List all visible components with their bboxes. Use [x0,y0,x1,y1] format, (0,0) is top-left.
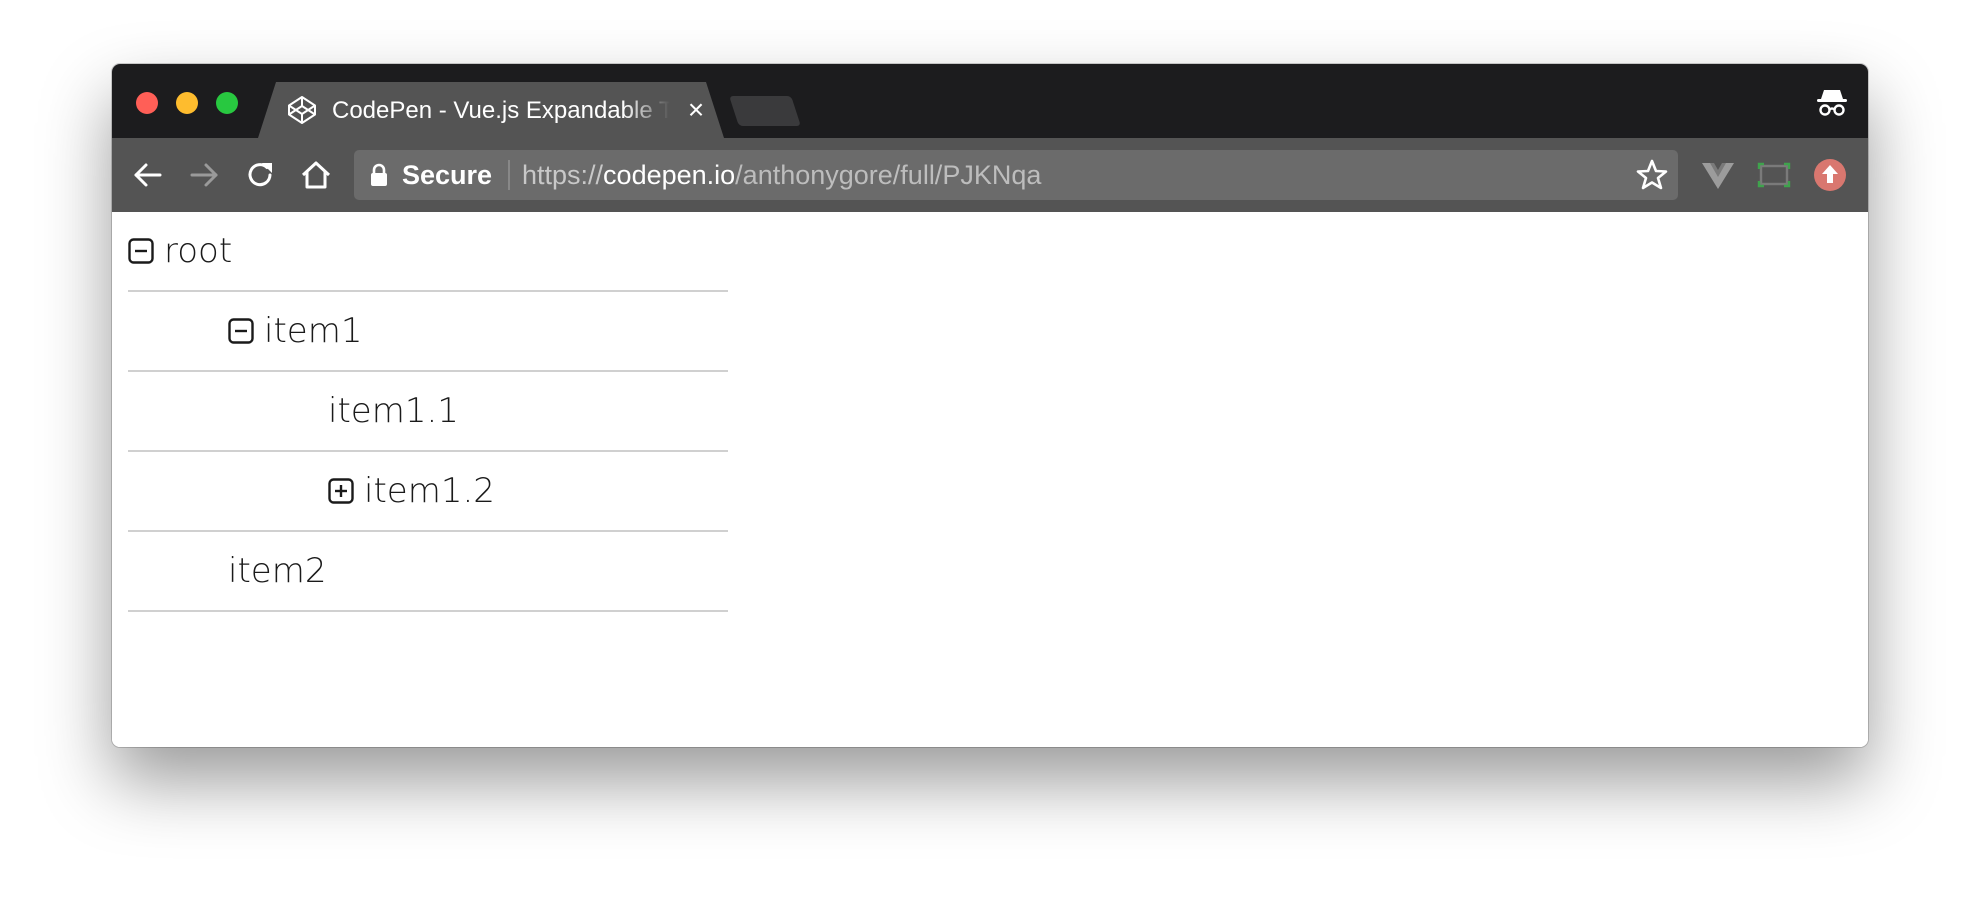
tree-row-root[interactable]: root [128,212,728,292]
url-text[interactable]: https://codepen.io/anthonygore/full/PJKN… [522,160,1041,190]
lock-icon [371,163,387,186]
tab-close-icon[interactable]: × [684,96,708,124]
reload-icon[interactable] [242,157,278,193]
browser-window: CodePen - Vue.js Expandable Tree × Secur… [112,64,1868,747]
tree-label: root [164,231,233,271]
screen-capture-icon[interactable] [1756,157,1792,193]
new-tab-button[interactable] [729,96,801,126]
tree-row-item1[interactable]: item1 [128,292,728,372]
zoom-window-button[interactable] [216,92,238,114]
url-host: codepen.io [603,160,736,190]
minus-box-icon[interactable] [128,238,154,264]
tree-label: item2 [228,551,327,591]
browser-toolbar: Secure https://codepen.io/anthonygore/fu… [112,138,1868,212]
tree-row-item1-2[interactable]: item1.2 [128,452,728,532]
secure-label: Secure [402,160,493,190]
vue-devtools-icon[interactable] [1700,157,1736,193]
upload-icon[interactable] [1812,157,1848,193]
close-window-button[interactable] [136,92,158,114]
codepen-icon [288,96,316,124]
tree-label: item1.1 [328,391,459,431]
url-scheme: https:// [522,160,604,190]
tab-title: CodePen - Vue.js Expandable Tree [332,97,670,124]
forward-icon[interactable] [186,157,222,193]
title-bar: CodePen - Vue.js Expandable Tree × [112,64,1868,138]
tree-label: item1.2 [364,471,495,511]
expandable-tree: root item1 item1.1 item1.2 item2 [128,212,728,612]
incognito-icon [1817,90,1847,116]
tree-label: item1 [264,311,363,351]
url-path: /anthonygore/full/PJKNqa [735,160,1042,190]
star-icon[interactable] [1634,157,1670,193]
page-content: root item1 item1.1 item1.2 item2 [112,212,1868,747]
minus-box-icon[interactable] [228,318,254,344]
back-icon[interactable] [130,157,166,193]
home-icon[interactable] [298,157,334,193]
address-bar[interactable]: Secure https://codepen.io/anthonygore/fu… [354,150,1678,200]
active-tab[interactable]: CodePen - Vue.js Expandable Tree × [258,82,724,138]
minimize-window-button[interactable] [176,92,198,114]
omnibox-divider [508,160,510,190]
plus-box-icon[interactable] [328,478,354,504]
tree-row-item2[interactable]: item2 [128,532,728,612]
tree-row-item1-1[interactable]: item1.1 [128,372,728,452]
